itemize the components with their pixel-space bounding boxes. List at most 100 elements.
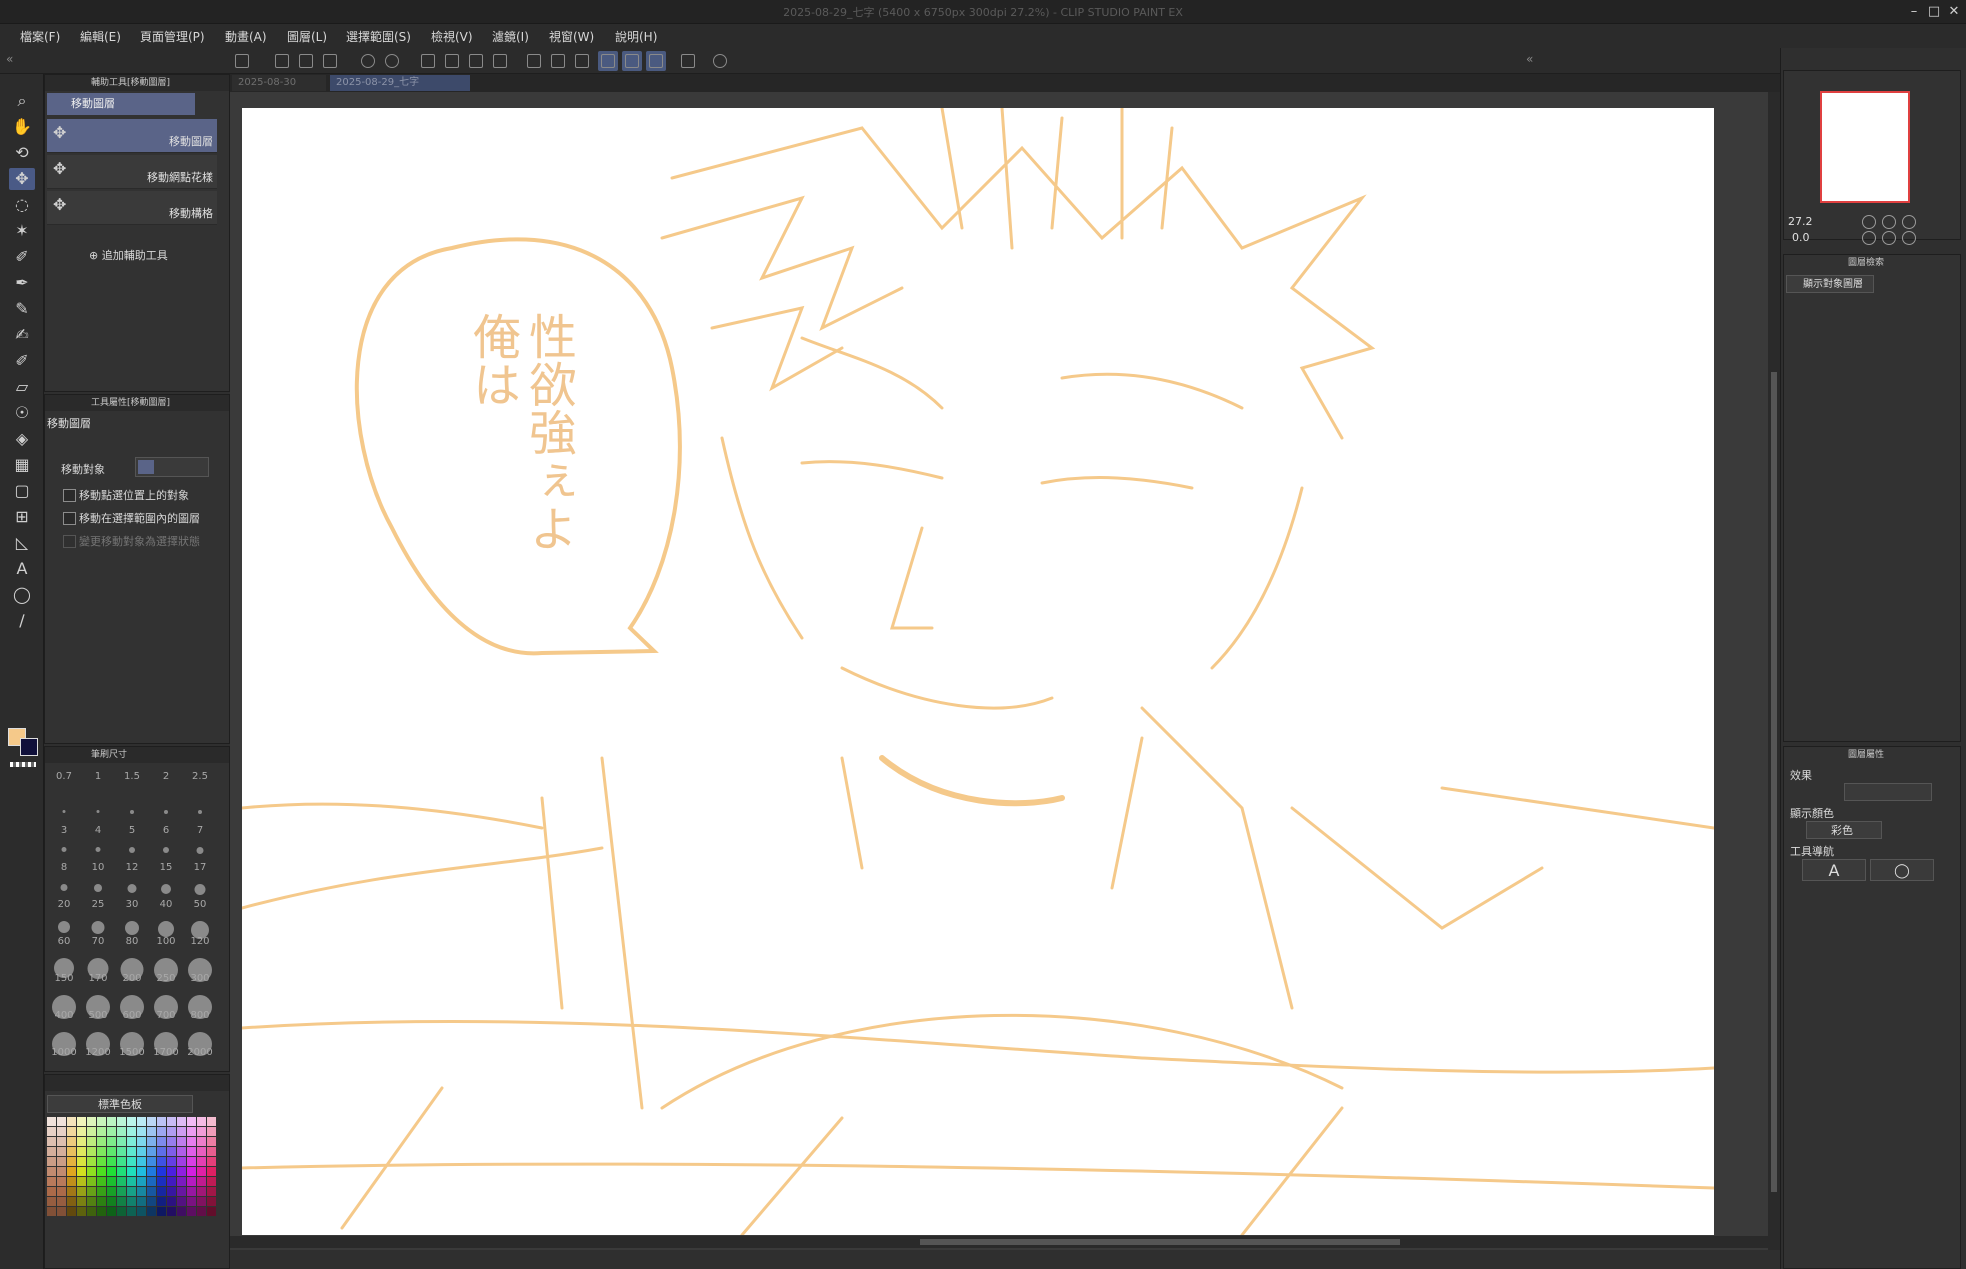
color-swatch[interactable] <box>167 1137 176 1146</box>
color-swatch[interactable] <box>47 1197 56 1206</box>
color-swatch[interactable] <box>167 1187 176 1196</box>
color-swatch[interactable] <box>87 1117 96 1126</box>
color-swatch[interactable] <box>197 1187 206 1196</box>
zoom-tool-icon[interactable]: ⌕ <box>9 90 35 112</box>
snap-ruler-icon[interactable] <box>598 51 618 71</box>
color-swatch[interactable] <box>47 1167 56 1176</box>
color-swatch[interactable] <box>57 1127 66 1136</box>
brush-size-cell[interactable]: 5 <box>115 804 149 836</box>
color-swatch[interactable] <box>177 1147 186 1156</box>
color-swatch[interactable] <box>197 1127 206 1136</box>
menu-filter[interactable]: 濾鏡(I) <box>492 28 529 45</box>
color-swatch[interactable] <box>157 1147 166 1156</box>
color-swatch[interactable] <box>87 1207 96 1216</box>
color-swatch[interactable] <box>157 1137 166 1146</box>
deselect-icon[interactable] <box>524 51 544 71</box>
color-swatch[interactable] <box>97 1187 106 1196</box>
color-swatch[interactable] <box>147 1137 156 1146</box>
option-checkbox-1[interactable] <box>63 489 76 502</box>
rotate-right-icon[interactable] <box>1882 231 1896 245</box>
layer-search-tab[interactable]: 圖層檢索 <box>1848 255 1884 271</box>
help-icon[interactable] <box>710 51 730 71</box>
color-swatch[interactable] <box>107 1117 116 1126</box>
color-swatch[interactable] <box>97 1157 106 1166</box>
brush-size-cell[interactable]: 15 <box>149 841 183 873</box>
rotation-value[interactable]: 0.0 <box>1792 231 1810 244</box>
canvas-paper[interactable]: 性欲強ぇよ 俺は <box>242 108 1714 1235</box>
color-swatch[interactable] <box>97 1167 106 1176</box>
pencil-tool-icon[interactable]: ✎ <box>9 298 35 320</box>
zoom-in-icon[interactable] <box>1882 215 1896 229</box>
brush-size-cell[interactable]: 200 <box>115 952 149 984</box>
color-swatch[interactable] <box>107 1197 116 1206</box>
color-swatch[interactable] <box>67 1187 76 1196</box>
color-swatch[interactable] <box>137 1167 146 1176</box>
brush-size-cell[interactable]: 1000 <box>47 1026 81 1058</box>
brush-size-cell[interactable]: 4 <box>81 804 115 836</box>
open-file-icon[interactable] <box>272 51 292 71</box>
color-swatch[interactable] <box>187 1197 196 1206</box>
eyedropper-tool-icon[interactable]: ✐ <box>9 246 35 268</box>
color-swatch[interactable] <box>137 1197 146 1206</box>
color-swatch[interactable] <box>127 1177 136 1186</box>
color-swatch[interactable] <box>117 1207 126 1216</box>
text-tool-icon[interactable]: A <box>9 558 35 580</box>
color-swatch[interactable] <box>147 1117 156 1126</box>
color-swatch[interactable] <box>207 1187 216 1196</box>
color-swatch[interactable] <box>77 1177 86 1186</box>
color-swatch[interactable] <box>207 1127 216 1136</box>
color-swatch[interactable] <box>87 1177 96 1186</box>
color-swatch[interactable] <box>197 1167 206 1176</box>
color-swatch[interactable] <box>57 1147 66 1156</box>
color-swatch[interactable] <box>127 1127 136 1136</box>
color-swatch[interactable] <box>167 1127 176 1136</box>
color-swatch[interactable] <box>187 1207 196 1216</box>
color-swatch[interactable] <box>137 1157 146 1166</box>
color-swatch[interactable] <box>97 1207 106 1216</box>
brush-size-cell[interactable]: 100 <box>149 915 183 947</box>
color-swatch[interactable] <box>57 1207 66 1216</box>
clear-outside-icon[interactable] <box>442 51 462 71</box>
brush-size-cell[interactable]: 2000 <box>183 1026 217 1058</box>
color-swatch[interactable] <box>187 1127 196 1136</box>
frame-tool-icon[interactable]: ⊞ <box>9 506 35 528</box>
subtool-item-move-grid[interactable]: ✥ 移動構格 <box>47 191 217 225</box>
color-swatch[interactable] <box>197 1117 206 1126</box>
color-swatch[interactable] <box>157 1157 166 1166</box>
color-swatch[interactable] <box>197 1147 206 1156</box>
brush-size-cell[interactable]: 40 <box>149 878 183 910</box>
color-swatch[interactable] <box>57 1187 66 1196</box>
option-checkbox-2[interactable] <box>63 512 76 525</box>
brush-size-cell[interactable]: 7 <box>183 804 217 836</box>
undo-icon[interactable] <box>358 51 378 71</box>
brush-size-cell[interactable]: 300 <box>183 952 217 984</box>
color-swatch[interactable] <box>157 1187 166 1196</box>
brush-size-cell[interactable]: 25 <box>81 878 115 910</box>
brush-tool-icon[interactable]: ✍ <box>9 324 35 346</box>
color-swatch[interactable] <box>127 1187 136 1196</box>
color-swatch[interactable] <box>87 1147 96 1156</box>
color-swatch[interactable] <box>207 1207 216 1216</box>
menu-animation[interactable]: 動畫(A) <box>225 28 267 45</box>
color-swatch[interactable] <box>77 1117 86 1126</box>
color-swatch[interactable] <box>77 1167 86 1176</box>
export-icon[interactable] <box>320 51 340 71</box>
display-color-select[interactable]: 彩色 <box>1806 821 1882 839</box>
color-swatch[interactable] <box>157 1177 166 1186</box>
collapse-left-icon[interactable]: « <box>6 52 13 66</box>
blend-tool-icon[interactable]: ☉ <box>9 402 35 424</box>
tab-document-1[interactable]: 2025-08-30 <box>232 75 326 91</box>
color-swatch[interactable] <box>67 1207 76 1216</box>
color-swatch[interactable] <box>117 1157 126 1166</box>
figure-tool-icon[interactable]: ▢ <box>9 480 35 502</box>
color-swatch[interactable] <box>187 1147 196 1156</box>
brush-size-cell[interactable]: 400 <box>47 989 81 1021</box>
menu-edit[interactable]: 編輯(E) <box>80 28 121 45</box>
color-swatch[interactable] <box>57 1117 66 1126</box>
brush-size-cell[interactable]: 150 <box>47 952 81 984</box>
color-swatch[interactable] <box>47 1137 56 1146</box>
brush-size-cell[interactable]: 8 <box>47 841 81 873</box>
brush-size-cell[interactable]: 0.7 <box>47 767 81 799</box>
transparent-color-swatch[interactable] <box>10 762 36 767</box>
color-swatch[interactable] <box>137 1207 146 1216</box>
